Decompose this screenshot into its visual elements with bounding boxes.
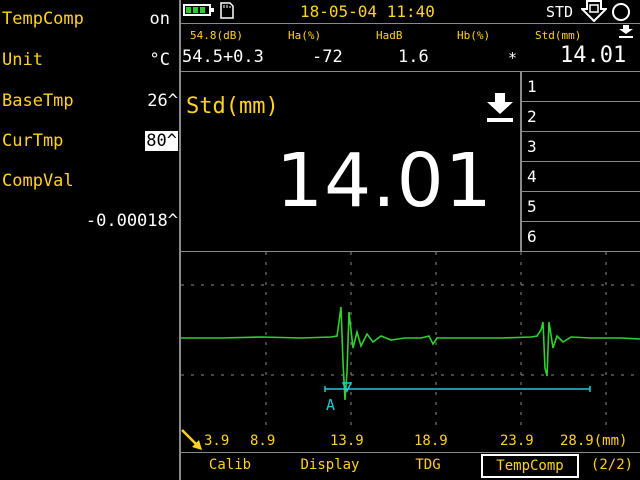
slot-number: 6 bbox=[527, 227, 537, 246]
memory-slot[interactable]: 4 bbox=[520, 162, 640, 192]
menu-page-indicator[interactable]: (2/2) bbox=[588, 457, 636, 473]
header-value-hb: * bbox=[508, 49, 518, 67]
download-arrow-icon[interactable] bbox=[486, 93, 514, 123]
header-value-std: 14.01 bbox=[560, 43, 627, 68]
header-value-gain: 54.5+0.3 bbox=[182, 47, 264, 67]
setting-label-curtmp[interactable]: CurTmp bbox=[2, 131, 63, 151]
header-divider bbox=[181, 23, 640, 24]
setting-value-compval[interactable]: -0.00018^ bbox=[60, 211, 178, 231]
datetime: 18-05-04 11:40 bbox=[300, 2, 435, 21]
memory-slots: 1 2 3 4 5 6 bbox=[520, 72, 640, 252]
memory-slot[interactable]: 2 bbox=[520, 102, 640, 132]
thickness-reading: 14.01 bbox=[276, 138, 493, 224]
wave-grid bbox=[181, 252, 640, 428]
header-label-hadb: HadB bbox=[376, 29, 403, 42]
slot-number: 1 bbox=[527, 77, 537, 96]
setting-label-basetmp[interactable]: BaseTmp bbox=[2, 91, 74, 111]
wave-signal bbox=[181, 306, 640, 401]
header-label-std: Std(mm) bbox=[535, 29, 582, 42]
status-circle-icon bbox=[612, 3, 630, 21]
slot-number: 2 bbox=[527, 107, 537, 126]
x-tick-label: 23.9 bbox=[500, 433, 534, 449]
menu-tdg[interactable]: TDG bbox=[388, 457, 468, 473]
x-tick-label: 28.9(mm) bbox=[560, 433, 628, 449]
menu-divider bbox=[181, 452, 640, 453]
slot-number: 3 bbox=[527, 137, 537, 156]
diagonal-arrow-icon bbox=[181, 429, 202, 450]
menu-display[interactable]: Display bbox=[290, 457, 370, 473]
x-tick-label: 13.9 bbox=[330, 433, 364, 449]
header-value-hadb: 1.6 bbox=[398, 47, 429, 67]
header-label-hb: Hb(%) bbox=[457, 29, 491, 42]
menu-calib[interactable]: Calib bbox=[190, 457, 270, 473]
setting-label-tempcomp[interactable]: TempComp bbox=[2, 9, 84, 29]
setting-label-compval[interactable]: CompVal bbox=[2, 171, 74, 191]
setting-value-curtmp[interactable]: 80^ bbox=[142, 131, 178, 151]
slot-number: 4 bbox=[527, 167, 537, 186]
setting-value-tempcomp[interactable]: on bbox=[140, 9, 170, 29]
setting-value-unit[interactable]: °C bbox=[140, 50, 170, 70]
memory-slot[interactable]: 1 bbox=[520, 72, 640, 102]
x-tick-label: 3.9 bbox=[204, 433, 230, 449]
mode-indicator: STD bbox=[546, 3, 574, 21]
setting-label-unit[interactable]: Unit bbox=[2, 50, 43, 70]
header-label-ha: Ha(%) bbox=[288, 29, 322, 42]
menu-tempcomp[interactable]: TempComp bbox=[481, 454, 579, 478]
a-scan-waveform[interactable]: A bbox=[181, 252, 640, 428]
reading-title: Std(mm) bbox=[186, 94, 279, 119]
memory-slot[interactable]: 5 bbox=[520, 192, 640, 222]
curtmp-selected-value[interactable]: 80^ bbox=[145, 131, 178, 151]
battery-icon bbox=[183, 4, 214, 16]
header-value-ha: -72 bbox=[312, 47, 343, 67]
memory-slot[interactable]: 3 bbox=[520, 132, 640, 162]
header-label-gain: 54.8(dB) bbox=[190, 29, 243, 42]
slot-number: 5 bbox=[527, 197, 537, 216]
memory-slot[interactable]: 6 bbox=[520, 222, 640, 252]
sd-card-icon bbox=[220, 2, 234, 19]
x-tick-label: 18.9 bbox=[414, 433, 448, 449]
setting-value-basetmp[interactable]: 26^ bbox=[138, 91, 178, 111]
gate-label: A bbox=[326, 396, 335, 414]
download-arrow-icon bbox=[619, 25, 633, 38]
x-tick-label: 8.9 bbox=[250, 433, 276, 449]
freeze-arrow-icon bbox=[581, 0, 607, 22]
